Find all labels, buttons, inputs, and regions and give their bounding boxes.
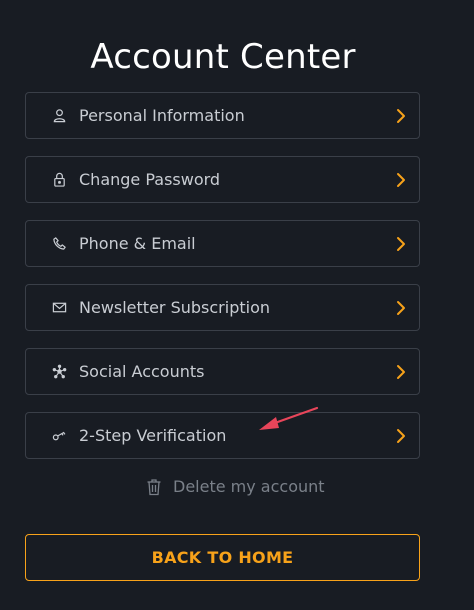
back-to-home-button[interactable]: BACK TO HOME — [25, 534, 420, 581]
chevron-right-icon — [397, 237, 405, 251]
delete-account-label: Delete my account — [173, 477, 325, 496]
menu-item-2-step-verification[interactable]: 2-Step Verification — [25, 412, 420, 459]
menu-item-label: 2-Step Verification — [79, 426, 227, 445]
menu-item-phone-email[interactable]: Phone & Email — [25, 220, 420, 267]
social-network-icon — [51, 363, 68, 380]
lock-icon — [51, 171, 68, 188]
account-menu: Personal Information Change Password Pho… — [25, 92, 420, 476]
phone-icon — [51, 235, 68, 252]
user-icon — [51, 107, 68, 124]
mail-icon — [51, 299, 68, 316]
chevron-right-icon — [397, 173, 405, 187]
trash-icon — [147, 478, 161, 495]
chevron-right-icon — [397, 109, 405, 123]
chevron-right-icon — [397, 301, 405, 315]
menu-item-personal-information[interactable]: Personal Information — [25, 92, 420, 139]
menu-item-label: Change Password — [79, 170, 221, 189]
menu-item-label: Social Accounts — [79, 362, 205, 381]
menu-item-social-accounts[interactable]: Social Accounts — [25, 348, 420, 395]
menu-item-change-password[interactable]: Change Password — [25, 156, 420, 203]
key-icon — [51, 427, 68, 444]
menu-item-label: Newsletter Subscription — [79, 298, 270, 317]
chevron-right-icon — [397, 429, 405, 443]
page-title: Account Center — [90, 36, 356, 77]
menu-item-label: Phone & Email — [79, 234, 196, 253]
chevron-right-icon — [397, 365, 405, 379]
delete-account-link[interactable]: Delete my account — [146, 477, 325, 496]
menu-item-newsletter-subscription[interactable]: Newsletter Subscription — [25, 284, 420, 331]
menu-item-label: Personal Information — [79, 106, 245, 125]
